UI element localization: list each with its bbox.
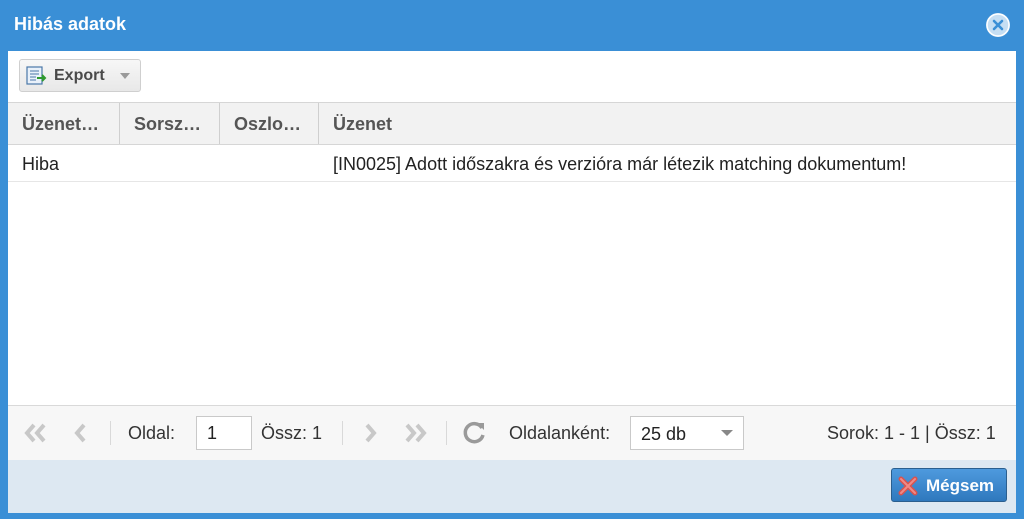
- column-header-label: Üzenet: [333, 114, 393, 134]
- rows-info: Sorok: 1 - 1 | Össz: 1: [827, 423, 996, 443]
- column-header-type[interactable]: Üzenet…: [8, 103, 120, 144]
- close-button[interactable]: [986, 13, 1010, 37]
- export-button[interactable]: Export: [19, 59, 141, 92]
- column-header-message[interactable]: Üzenet: [319, 103, 1016, 144]
- title-bar: Hibás adatok: [0, 0, 1024, 50]
- separator: [342, 421, 343, 445]
- separator: [110, 421, 111, 445]
- chevron-down-icon: [120, 73, 130, 79]
- table-row[interactable]: Hiba [IN0025] Adott időszakra és verziór…: [8, 145, 1016, 182]
- per-page-select[interactable]: 25 db: [630, 416, 744, 450]
- last-page-icon[interactable]: [402, 422, 430, 444]
- column-header-row-number[interactable]: Sorsz…: [120, 103, 220, 144]
- cell-type: Hiba: [22, 154, 60, 174]
- page-label: Oldal:: [128, 423, 176, 443]
- export-icon: [26, 66, 47, 85]
- next-page-icon[interactable]: [362, 422, 380, 444]
- column-header-label: Oszlo…: [234, 114, 302, 134]
- cancel-button[interactable]: Mégsem: [891, 468, 1007, 502]
- page-number-input[interactable]: [196, 416, 252, 450]
- total-pages: Össz: 1: [261, 423, 323, 443]
- toolbar: Export: [8, 51, 1016, 102]
- dialog-body: Export Üzenet… Sorsz… Oszlo… Üzenet Hiba: [8, 51, 1016, 513]
- column-header-column[interactable]: Oszlo…: [220, 103, 319, 144]
- dialog-footer: Mégsem: [8, 460, 1016, 513]
- separator: [446, 421, 447, 445]
- dialog-window: Hibás adatok Export Üzenet… Sorsz… Oszlo…: [0, 0, 1024, 519]
- export-label: Export: [54, 67, 105, 84]
- pagination-bar: Oldal: Össz: 1 Oldalanként: 25 db Sorok:…: [8, 405, 1016, 460]
- close-icon: [986, 13, 1010, 37]
- grid-header: Üzenet… Sorsz… Oszlo… Üzenet: [8, 102, 1016, 145]
- cell-message: [IN0025] Adott időszakra és verzióra már…: [333, 154, 907, 174]
- first-page-icon[interactable]: [22, 422, 50, 444]
- dialog-title: Hibás adatok: [14, 14, 127, 34]
- chevron-down-icon: [721, 430, 733, 436]
- column-header-label: Sorsz…: [134, 114, 202, 134]
- previous-page-icon[interactable]: [72, 422, 90, 444]
- cancel-icon: [898, 476, 918, 496]
- grid-body: Hiba [IN0025] Adott időszakra és verziór…: [8, 145, 1016, 405]
- column-header-label: Üzenet…: [22, 114, 100, 134]
- per-page-label: Oldalanként:: [509, 423, 611, 443]
- refresh-icon[interactable]: [462, 420, 488, 446]
- per-page-value: 25 db: [641, 424, 687, 444]
- cancel-label: Mégsem: [926, 476, 995, 495]
